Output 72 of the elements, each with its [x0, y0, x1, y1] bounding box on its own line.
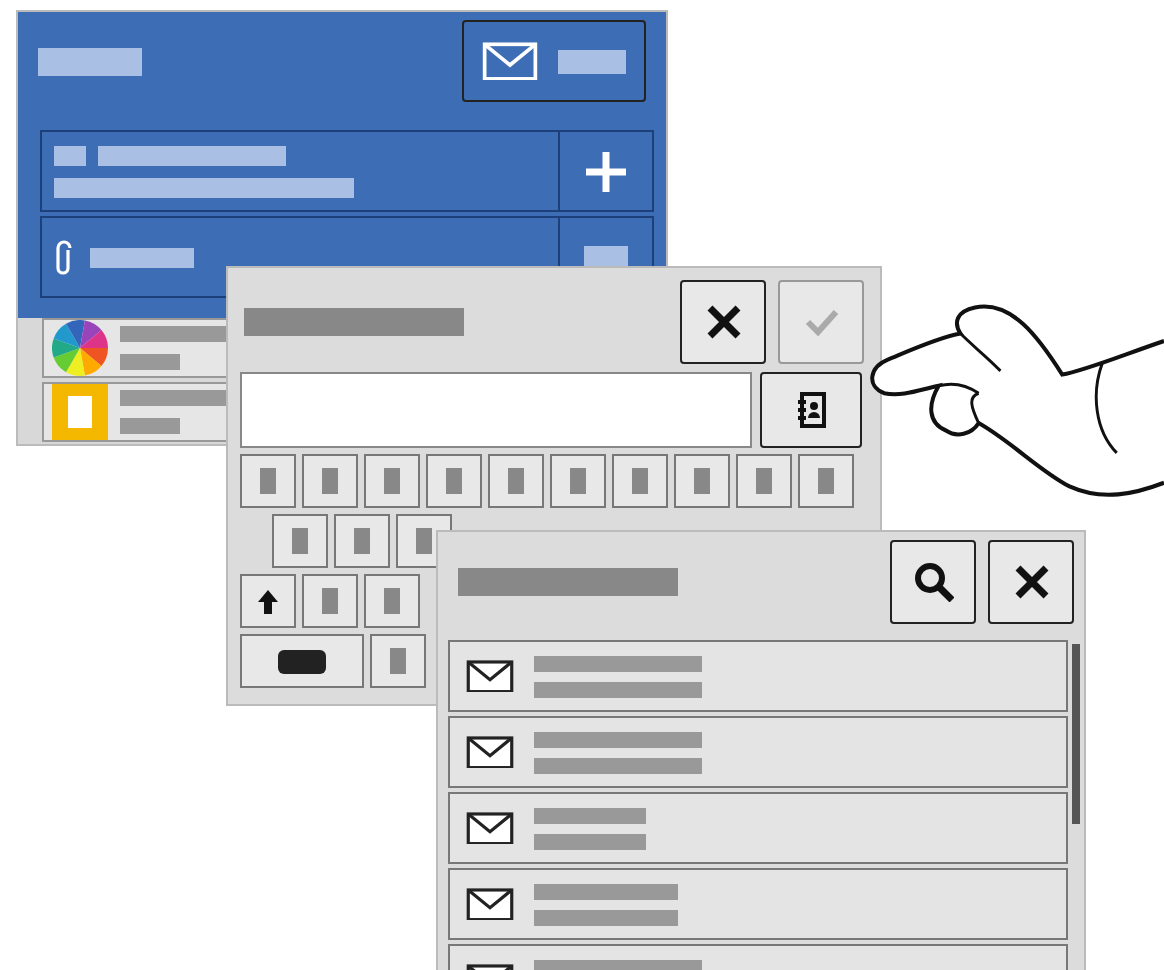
keyboard-key[interactable] [272, 514, 328, 568]
placeholder-bar [756, 468, 772, 494]
placeholder-bar [120, 390, 232, 406]
placeholder-bar [354, 528, 370, 554]
keyboard-key[interactable] [736, 454, 792, 508]
keyboard-key[interactable] [302, 574, 358, 628]
placeholder-bar [292, 528, 308, 554]
paperclip-icon [54, 239, 74, 275]
contact-row[interactable] [448, 792, 1068, 864]
placeholder-bar [534, 909, 678, 925]
keyboard-key[interactable] [798, 454, 854, 508]
placeholder-bar [390, 648, 406, 674]
envelope-icon [482, 41, 538, 81]
space-bar-icon [278, 649, 326, 673]
keyboard-key[interactable] [370, 634, 426, 688]
scrollbar[interactable] [1072, 644, 1080, 824]
placeholder-bar [534, 833, 646, 849]
plus-icon [584, 149, 628, 193]
placeholder-bar [446, 468, 462, 494]
placeholder-bar [534, 807, 646, 823]
placeholder-bar [570, 468, 586, 494]
placeholder-bar [38, 47, 142, 75]
placeholder-bar [508, 468, 524, 494]
contact-row[interactable] [448, 716, 1068, 788]
placeholder-bar [694, 468, 710, 494]
recipient-field[interactable] [40, 130, 654, 212]
placeholder-bar [818, 468, 834, 494]
keyboard-key[interactable] [302, 454, 358, 508]
contact-row[interactable] [448, 868, 1068, 940]
envelope-icon [466, 659, 514, 693]
address-book-button[interactable] [760, 372, 862, 448]
keyboard-key[interactable] [488, 454, 544, 508]
keyboard-key[interactable] [364, 574, 420, 628]
keyboard-key[interactable] [334, 514, 390, 568]
placeholder-bar [120, 418, 180, 434]
address-book-icon [795, 392, 827, 428]
email-button[interactable] [462, 20, 646, 102]
close-button[interactable] [680, 280, 766, 364]
contact-row[interactable] [448, 640, 1068, 712]
keyboard-key[interactable] [426, 454, 482, 508]
placeholder-bar [90, 247, 194, 267]
close-icon [1013, 564, 1049, 600]
envelope-icon [466, 735, 514, 769]
close-icon [705, 304, 741, 340]
search-icon [913, 562, 953, 602]
keyboard-key[interactable] [674, 454, 730, 508]
placeholder-bar [534, 883, 678, 899]
keyboard-key[interactable] [550, 454, 606, 508]
placeholder-bar [322, 468, 338, 494]
arrow-up-icon [258, 589, 278, 613]
placeholder-bar [632, 468, 648, 494]
keyboard-key[interactable] [240, 454, 296, 508]
placeholder-bar [54, 145, 86, 165]
placeholder-bar [322, 588, 338, 614]
space-key[interactable] [240, 634, 364, 688]
placeholder-bar [120, 326, 232, 342]
keyboard-key[interactable] [364, 454, 420, 508]
keyboard-key[interactable] [612, 454, 668, 508]
shift-key[interactable] [240, 574, 296, 628]
placeholder-bar [584, 245, 628, 269]
close-button[interactable] [988, 540, 1074, 624]
placeholder-bar [120, 354, 180, 370]
document-icon [52, 384, 108, 440]
placeholder-bar [384, 468, 400, 494]
envelope-icon [466, 887, 514, 921]
search-button[interactable] [890, 540, 976, 624]
placeholder-bar [260, 468, 276, 494]
placeholder-bar [416, 528, 432, 554]
placeholder-bar [384, 588, 400, 614]
address-input-field[interactable] [240, 372, 752, 448]
placeholder-bar [558, 49, 626, 73]
envelope-icon [466, 811, 514, 845]
